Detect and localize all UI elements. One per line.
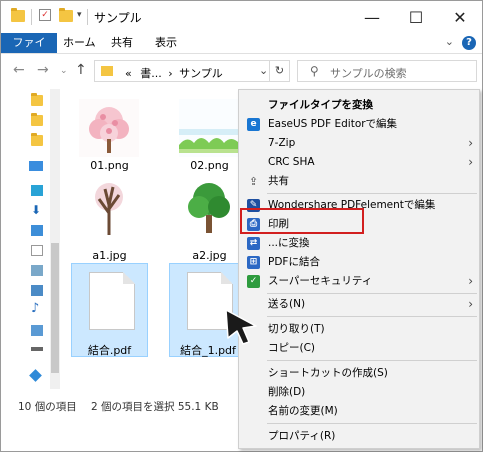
menu-item-7zip[interactable]: 7-Zip › [239,134,479,153]
breadcrumb-overflow[interactable]: « [125,67,132,80]
file-item-merged-pdf[interactable]: 結合.pdf [71,263,148,357]
easeus-icon: e [247,118,260,131]
menu-item-copy[interactable]: コピー(C) [239,339,479,358]
menu-separator [267,360,477,361]
menu-item-create-shortcut[interactable]: ショートカットの作成(S) [239,364,479,383]
properties-check-icon[interactable]: ✓ [39,9,51,21]
navigation-pane: ⬇ ♪ [1,89,49,391]
menu-separator [267,316,477,317]
menu-item-send-to[interactable]: 送る(N) › [239,295,479,314]
folder-icon [11,8,25,22]
ribbon: ファイル ホーム 共有 表示 ⌄ ? [1,33,482,69]
documents-icon[interactable] [31,245,43,256]
music-icon[interactable]: ♪ [31,302,43,315]
pdf-file-icon [89,272,135,330]
search-icon: ⚲ [310,64,319,78]
onedrive-icon[interactable] [29,161,43,171]
file-name: 結合.pdf [87,344,132,357]
share-icon: ⇪ [248,175,259,188]
folder-icon[interactable] [31,113,43,126]
address-dropdown-icon[interactable]: ⌄ [259,64,268,77]
cherry-blossom-image [79,99,139,157]
context-menu: ファイルタイプを変換 e EaseUS PDF Editorで編集 7-Zip › … [238,89,480,449]
menu-item-convert-file-type[interactable]: ファイルタイプを変換 [239,96,479,115]
quick-access-dropdown-icon[interactable]: ▾ [77,10,82,20]
navigation-bar: ← → ⌄ ↑ « 書... › サンプル ⌄ ↻ ⚲ サンプルの検索 [1,54,482,88]
help-icon[interactable]: ? [462,36,476,50]
tab-home[interactable]: ホーム [53,33,106,53]
expand-ribbon-icon[interactable]: ⌄ [445,35,454,48]
drive-icon[interactable] [31,347,43,351]
menu-separator [267,193,477,194]
submenu-arrow-icon: › [468,155,473,169]
menu-item-cut[interactable]: 切り取り(T) [239,320,479,339]
3d-objects-icon[interactable] [31,185,43,196]
address-bar[interactable]: « 書... › サンプル ⌄ [94,60,290,82]
print-highlight-box [240,208,364,234]
desktop-icon[interactable] [31,225,43,236]
videos-icon[interactable] [31,285,43,296]
network-icon[interactable] [29,369,42,382]
back-arrow-icon[interactable]: ← [13,62,25,78]
menu-item-share[interactable]: ⇪ 共有 [239,172,479,191]
title-divider [31,9,32,25]
green-tree-image [179,179,239,237]
menu-item-properties[interactable]: プロパティ(R) [239,427,479,446]
convert-icon: ⇄ [247,237,260,250]
download-icon[interactable]: ⬇ [31,204,43,216]
file-name: 01.png [90,159,129,172]
combine-icon: ⊞ [247,256,260,269]
item-count: 10 個の項目 [18,401,77,413]
breadcrumb-separator: › [168,67,173,80]
menu-item-convert-to[interactable]: ⇄ ...に変換 [239,234,479,253]
scrollbar-thumb[interactable] [51,243,59,373]
breadcrumb-parent[interactable]: 書... [140,67,162,80]
submenu-arrow-icon: › [468,136,473,150]
grass-image [179,99,239,157]
minimize-button[interactable]: — [350,1,394,33]
menu-item-combine-pdf[interactable]: ⊞ PDFに結合 [239,253,479,272]
title-divider-2 [87,9,88,25]
forward-arrow-icon[interactable]: → [37,62,49,78]
up-arrow-icon[interactable]: ↑ [75,62,87,78]
file-item-a1-jpg[interactable]: a1.jpg [71,173,148,267]
menu-item-crc-sha[interactable]: CRC SHA › [239,153,479,172]
menu-item-delete[interactable]: 削除(D) [239,383,479,402]
new-folder-icon[interactable] [59,8,73,22]
security-icon: ✓ [247,275,260,288]
search-box[interactable]: ⚲ サンプルの検索 [297,60,477,82]
menu-item-rename[interactable]: 名前の変更(M) [239,402,479,421]
search-placeholder: サンプルの検索 [330,67,407,80]
bare-tree-image [79,179,139,237]
submenu-arrow-icon: › [468,274,473,288]
window-title: サンプル [94,11,142,25]
maximize-button[interactable]: ☐ [394,1,438,33]
folder-icon [101,66,113,76]
tab-file[interactable]: ファイル [1,33,57,69]
pc-icon[interactable] [31,325,43,336]
selection-info: 2 個の項目を選択 55.1 KB [91,401,219,413]
file-name: a1.jpg [92,249,127,262]
navigation-scrollbar[interactable] [50,89,60,389]
folder-icon[interactable] [31,133,43,146]
recent-locations-icon[interactable]: ⌄ [60,66,68,76]
breadcrumb: « 書... › サンプル [125,65,223,81]
tab-view[interactable]: 表示 [145,33,187,53]
folder-icon[interactable] [31,93,43,106]
file-name: 02.png [190,159,229,172]
menu-separator [267,423,477,424]
file-item-a2-jpg[interactable]: a2.jpg [171,173,248,267]
mouse-cursor-icon [225,309,257,345]
close-button[interactable]: ✕ [438,1,482,33]
menu-item-super-security[interactable]: ✓ スーパーセキュリティ › [239,272,479,291]
file-name: a2.jpg [192,249,227,262]
menu-item-easeus-edit[interactable]: e EaseUS PDF Editorで編集 [239,115,479,134]
breadcrumb-current[interactable]: サンプル [179,67,223,80]
pictures-icon[interactable] [31,265,43,276]
refresh-icon[interactable]: ↻ [269,60,290,82]
submenu-arrow-icon: › [468,297,473,311]
title-bar: ✓ ▾ サンプル — ☐ ✕ [1,1,482,33]
tab-share[interactable]: 共有 [101,33,143,53]
menu-separator [267,293,477,294]
